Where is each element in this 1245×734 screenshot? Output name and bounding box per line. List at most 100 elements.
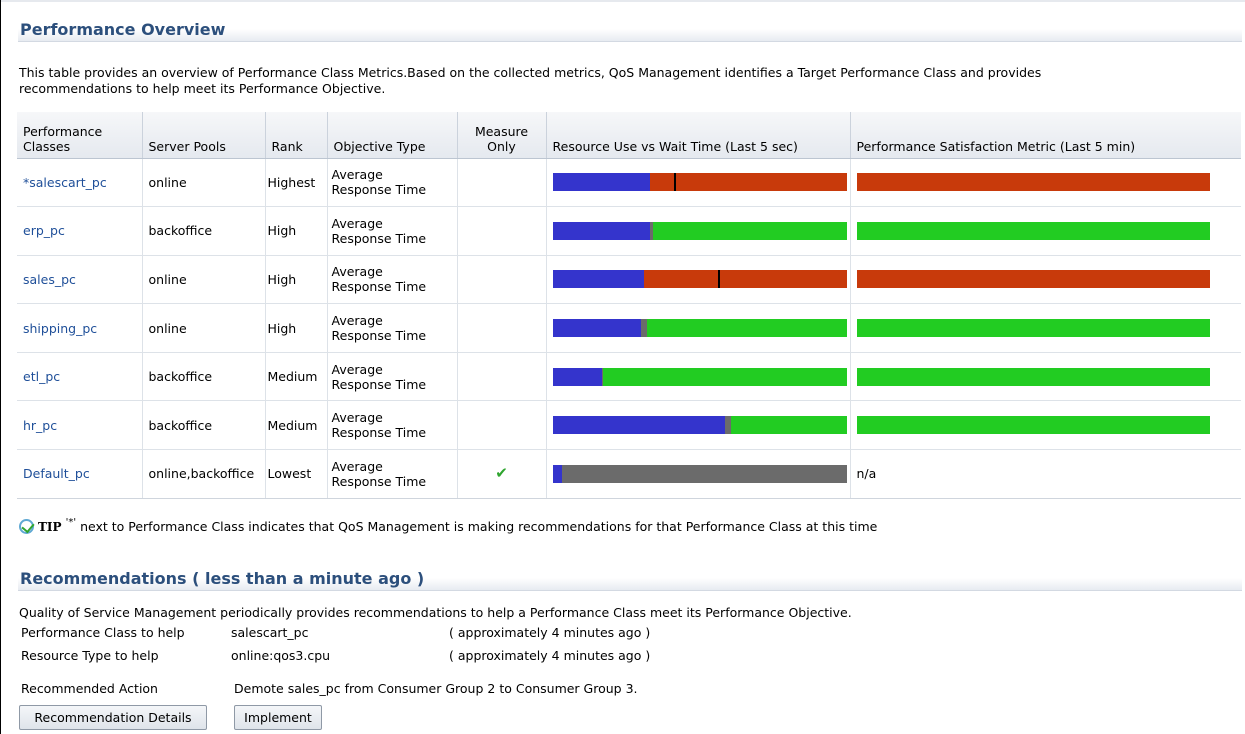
satisfaction-text: n/a [856,466,877,482]
wait-time-marker [673,173,676,192]
server-pools-cell: backoffice [141,352,265,402]
overview-description-line1: This table provides an overview of Perfo… [19,65,1042,80]
satisfaction-cell: n/a [849,449,1241,499]
satisfaction-cell [849,206,1241,256]
table-row: hr_pc backoffice Medium Average Response Tim… [17,400,1241,451]
performance-class-cell: hr_pc [17,400,142,451]
satisfaction-bar [856,173,1210,192]
performance-class-cell: erp_pc [17,206,142,256]
tip-text: next to Performance Class indicates that… [80,519,878,534]
objective-type-line1: Average [331,313,383,329]
resource-use-segment [552,464,562,483]
overview-description: This table provides an overview of Perfo… [19,65,1219,97]
wait-time-segment [649,173,847,192]
objective-type-cell: Average Response Time [326,400,457,451]
resource-use-segment [552,319,641,338]
table-row: etl_pc backoffice Medium Average Response Ti… [17,352,1241,402]
server-pools-cell: online [141,158,265,208]
wait-time-marker [717,270,720,289]
performance-overview-header: Performance Overview [18,19,1242,42]
performance-class-cell: sales_pc [17,255,142,305]
wait-time-segment [652,221,847,240]
objective-type-line1: Average [331,167,383,183]
objective-type-cell: Average Response Time [326,449,457,499]
header-satisfaction[interactable]: Performance Satisfaction Metric (Last 5 … [849,112,1241,159]
wait-time-segment [643,270,847,289]
performance-class-link[interactable]: hr_pc [23,418,57,433]
objective-type-line2: Response Time [331,230,427,246]
objective-type-line2: Response Time [331,473,427,489]
satisfaction-cell [849,303,1241,353]
resource-use-bar [552,221,847,240]
header-server-pools[interactable]: Server Pools [141,112,265,159]
rank-cell: High [264,303,327,353]
header-objective-type[interactable]: Objective Type [326,112,457,159]
performance-class-cell: shipping_pc [17,303,142,353]
overview-description-line2: recommendations to help meet its Perform… [19,81,386,96]
measure-only-cell [456,352,546,402]
header-performance-classes[interactable]: Performance Classes [17,112,142,159]
resource-use-cell [545,352,850,402]
objective-type-cell: Average Response Time [326,206,457,256]
performance-class-cell: Default_pc [17,449,142,499]
performance-class-link[interactable]: sales_pc [23,272,76,287]
measure-only-cell [456,255,546,305]
measure-only-cell [456,400,546,451]
satisfaction-cell [849,255,1241,305]
server-pools-cell: backoffice [141,400,265,451]
objective-type-line1: Average [331,264,383,280]
resource-use-cell [545,449,850,499]
server-pools-cell: online [141,303,265,353]
satisfaction-cell [849,400,1241,451]
satisfaction-cell [849,158,1241,208]
rec-action-value: Demote sales_pc from Consumer Group 2 to… [234,681,638,696]
recommendations-header: Recommendations ( less than a minute ago… [18,568,1242,591]
rank-cell: Medium [264,352,327,402]
tip-line: TIP '*' next to Performance Class indica… [19,517,878,534]
left-border [0,0,1,734]
resource-use-bar [552,367,847,386]
performance-class-link[interactable]: *salescart_pc [23,175,107,190]
resource-use-segment [552,416,725,435]
performance-class-link[interactable]: erp_pc [23,223,65,238]
satisfaction-bar [856,270,1210,289]
resource-use-segment [552,270,644,289]
performance-class-link[interactable]: Default_pc [23,466,90,481]
resource-use-cell [545,400,850,451]
objective-type-cell: Average Response Time [326,352,457,402]
table-row: *salescart_pc online Highest Average Respons… [17,158,1241,208]
resource-use-segment [552,367,602,386]
tip-mark: '*' [65,517,77,528]
top-border [0,0,1245,2]
satisfaction-cell [849,352,1241,402]
performance-class-cell: *salescart_pc [17,158,142,208]
objective-type-line2: Response Time [331,328,427,344]
rec-resource-label: Resource Type to help [21,648,159,663]
measure-only-cell: ✔ [456,449,546,499]
header-resource-use[interactable]: Resource Use vs Wait Time (Last 5 sec) [545,112,850,159]
recommendations-description: Quality of Service Management periodical… [19,605,852,620]
satisfaction-bar [856,416,1210,435]
resource-use-cell [545,206,850,256]
performance-class-link[interactable]: shipping_pc [23,321,97,336]
resource-use-cell [545,255,850,305]
table-row: sales_pc online High Average Response Time [17,255,1241,305]
resource-use-bar [552,173,847,192]
rank-cell: Highest [264,158,327,208]
objective-type-line1: Average [331,215,383,231]
table-body: *salescart_pc online Highest Average Respons… [17,158,1241,499]
tip-check-icon [19,519,34,534]
rec-class-value: salescart_pc [231,625,309,640]
implement-button[interactable]: Implement [234,705,322,730]
header-rank[interactable]: Rank [264,112,327,159]
rank-cell: High [264,206,327,256]
header-measure-only[interactable]: Measure Only [456,112,546,159]
objective-type-line1: Average [331,361,383,377]
recommendation-details-button[interactable]: Recommendation Details [19,705,207,730]
checkmark-icon: ✔ [495,464,508,483]
rec-class-time: ( approximately 4 minutes ago ) [449,625,651,640]
rec-class-row: Performance Class to help salescart_pc (… [21,625,821,641]
performance-class-link[interactable]: etl_pc [23,369,60,384]
measure-only-cell [456,303,546,353]
table-row: Default_pc online,backoffice Lowest Average… [17,449,1241,499]
